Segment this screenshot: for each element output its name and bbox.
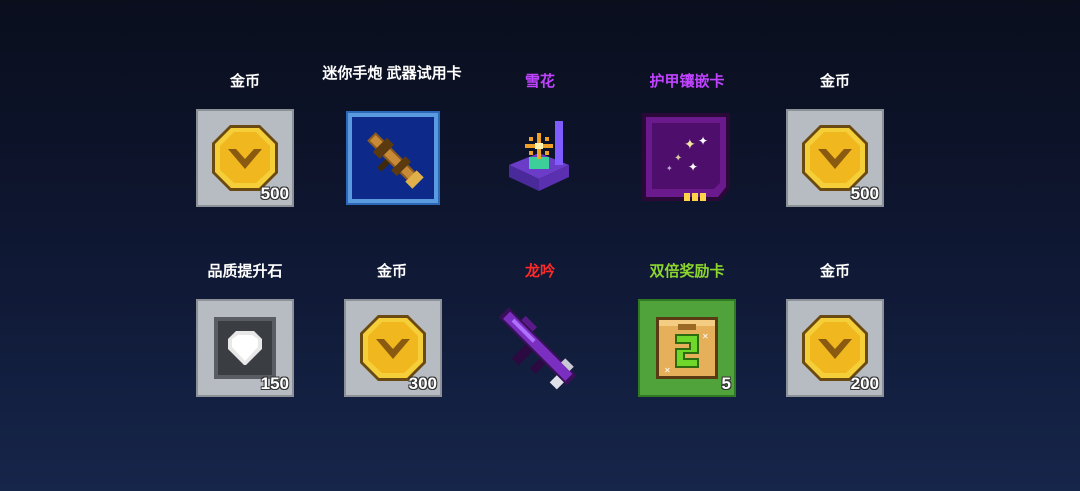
rocket-launcher-icon [367,132,424,189]
quantity-label: 500 [260,184,289,203]
reward-tile[interactable]: 200 [786,299,884,397]
reward-tile[interactable]: ✦ ✦ ✦ ✦ ✦ [638,109,736,207]
reward-tile[interactable] [491,299,589,397]
dragon-rifle-icon [498,307,577,390]
quantity-label: 5 [721,374,731,393]
gold-coin-icon [802,315,868,381]
reward-name: 护甲镶嵌卡 [649,73,725,90]
reward-tile[interactable]: 300 [344,299,442,397]
reward-name: 双倍奖励卡 [649,263,725,280]
svg-text:✦: ✦ [666,164,673,173]
reward-tile[interactable]: ✕ ✕ 5 [638,299,736,397]
quantity-label: 300 [408,374,437,393]
snowflake-chest-icon [509,121,569,191]
gold-coin-icon [212,125,278,191]
double-reward-card-icon: ✕ ✕ [656,317,718,379]
svg-text:✕: ✕ [664,366,671,375]
reward-name: 迷你手炮 武器试用卡 [322,65,462,82]
reward-name: 品质提升石 [207,263,283,280]
reward-name: 金币 [229,73,260,90]
quantity-label: 200 [850,374,879,393]
reward-tile[interactable] [346,111,440,205]
reward-name: 金币 [376,263,407,280]
svg-text:✦: ✦ [688,160,698,174]
reward-tile[interactable]: 500 [786,109,884,207]
svg-text:✕: ✕ [702,332,709,341]
reward-tile[interactable] [491,109,589,207]
quantity-label: 150 [260,374,289,393]
armor-inlay-card-icon: ✦ ✦ ✦ ✦ ✦ [642,113,730,201]
gold-coin-icon [360,315,426,381]
quantity-label: 500 [850,184,879,203]
svg-text:✦: ✦ [674,153,682,164]
reward-tile[interactable]: 500 [196,109,294,207]
reward-name: 雪花 [524,73,555,90]
reward-tile[interactable]: 150 [196,299,294,397]
quality-stone-icon [214,317,276,379]
reward-name: 金币 [819,73,850,90]
svg-text:✦: ✦ [684,137,696,153]
svg-text:✦: ✦ [698,134,708,148]
gold-coin-icon [802,125,868,191]
reward-name: 金币 [819,263,850,280]
reward-name: 龙吟 [524,263,555,280]
